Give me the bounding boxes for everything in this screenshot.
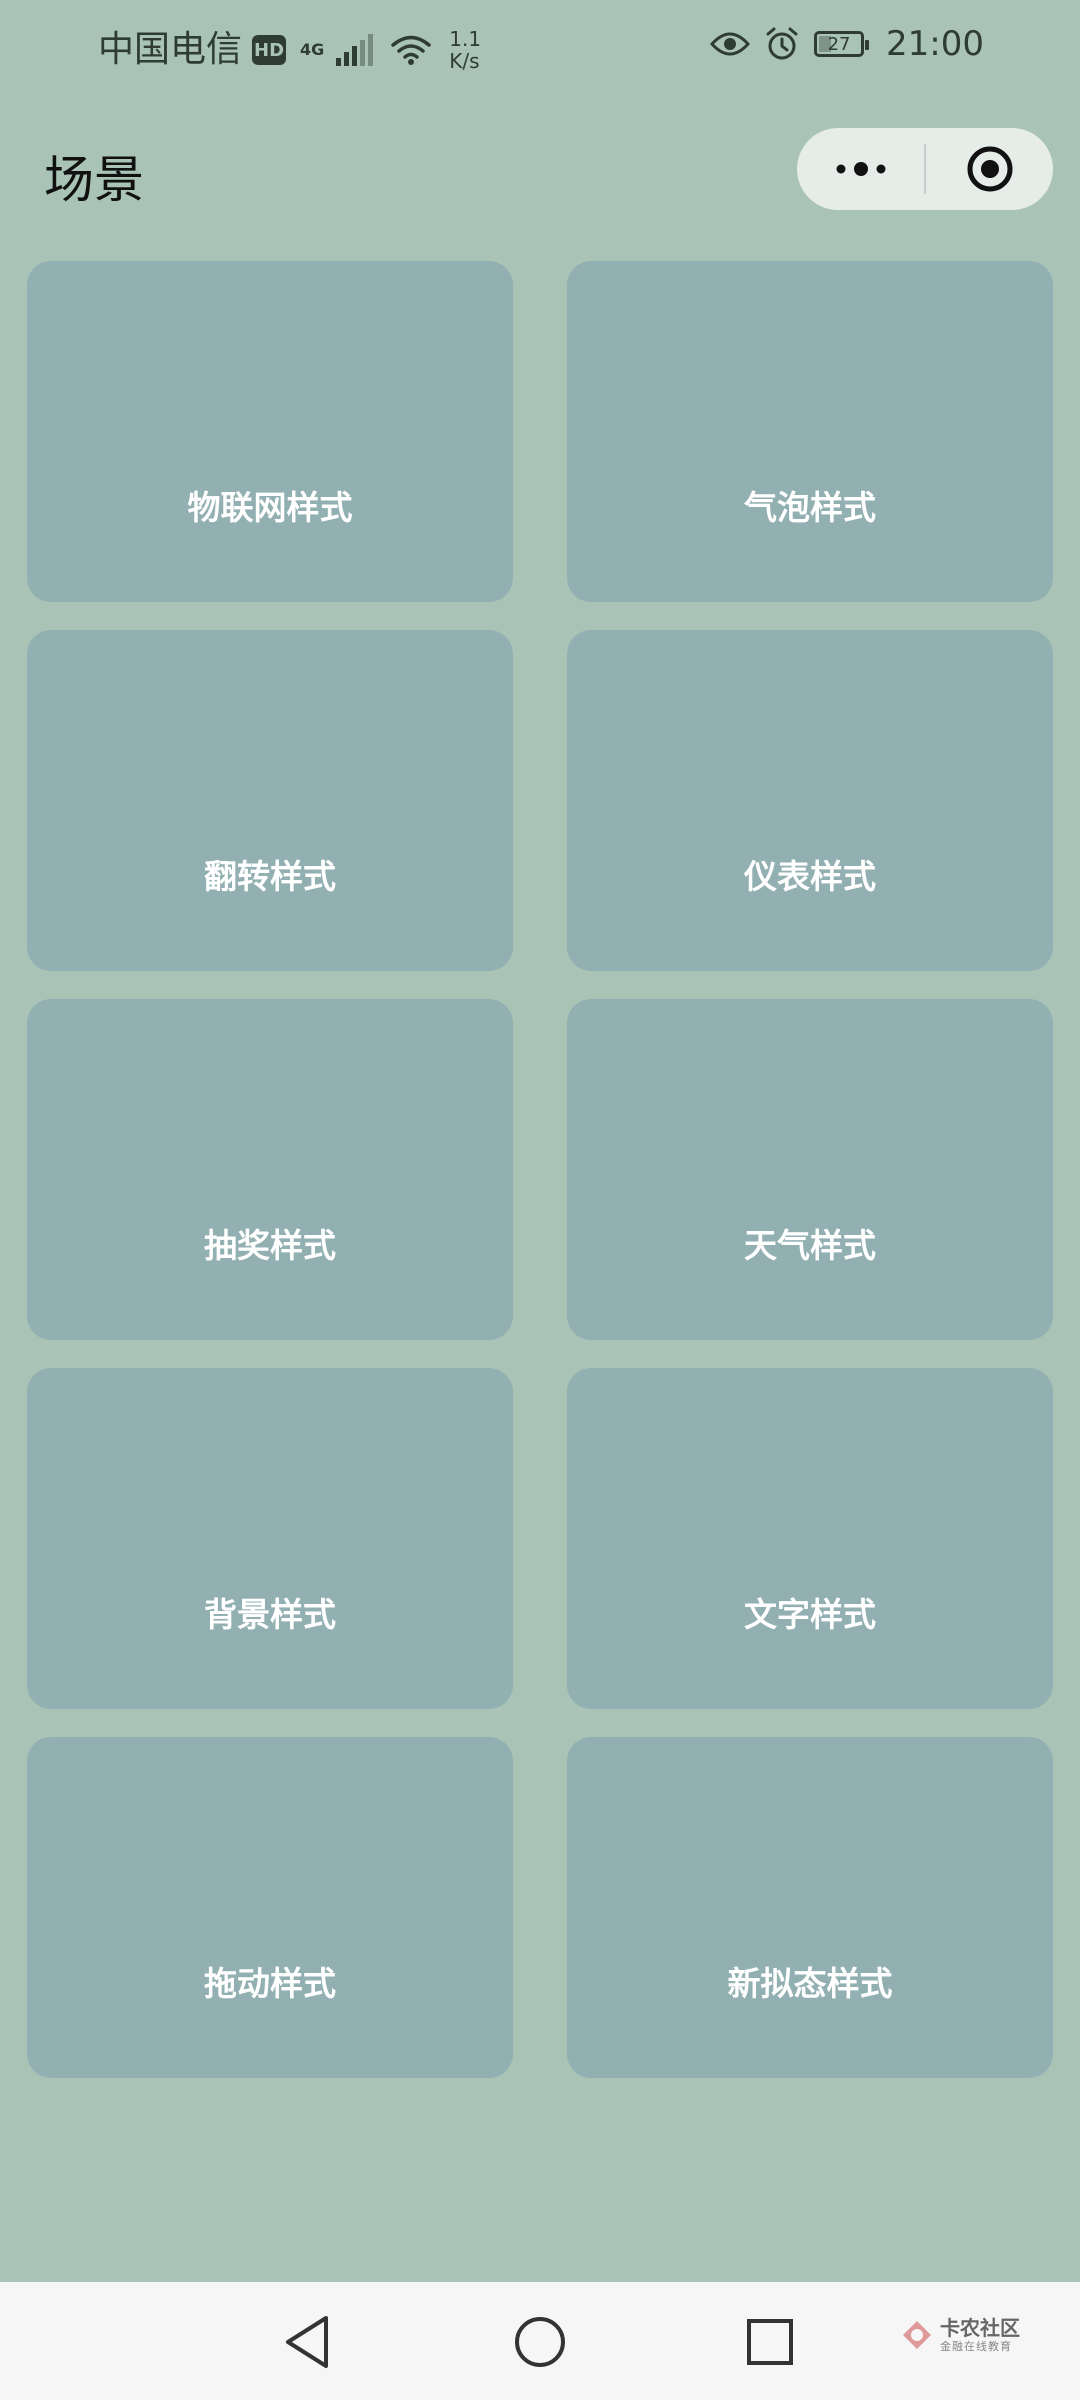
home-button[interactable] (508, 2310, 572, 2374)
status-bar: 中国电信 HD 4G 1.1 K/s 27 21:00 (0, 0, 1080, 108)
clock-time: 21:00 (886, 24, 984, 64)
card-drag-style[interactable]: 拖动样式 (27, 1737, 513, 2078)
card-label: 文字样式 (744, 1595, 876, 1634)
recents-square-icon (747, 2319, 793, 2365)
wifi-icon (391, 35, 432, 65)
system-navigation-bar: 卡农社区 金融在线教育 (0, 2282, 1080, 2400)
card-background-style[interactable]: 背景样式 (27, 1368, 513, 1709)
title-bar: 场景 (0, 120, 1080, 220)
card-label: 天气样式 (744, 1226, 876, 1265)
network-type: 4G (300, 40, 325, 59)
card-lottery-style[interactable]: 抽奖样式 (27, 999, 513, 1340)
page-title: 场景 (44, 151, 144, 209)
card-weather-style[interactable]: 天气样式 (567, 999, 1053, 1340)
back-button[interactable] (276, 2310, 340, 2374)
close-miniprogram-button[interactable] (926, 128, 1053, 210)
status-right: 27 21:00 (710, 26, 984, 62)
card-label: 新拟态样式 (727, 1964, 893, 2003)
card-label: 翻转样式 (204, 857, 336, 896)
scene-grid: 物联网样式 气泡样式 翻转样式 仪表样式 抽奖样式 天气样式 背景样式 文字样式… (27, 261, 1053, 2078)
more-dots-icon (836, 162, 885, 176)
card-text-style[interactable]: 文字样式 (567, 1368, 1053, 1709)
watermark-main: 卡农社区 (940, 2316, 1020, 2340)
card-label: 拖动样式 (204, 1964, 336, 2003)
carrier-name: 中国电信 (98, 29, 243, 70)
watermark: 卡农社区 金融在线教育 (900, 2318, 1020, 2352)
watermark-logo-icon (903, 2321, 931, 2349)
back-triangle-icon (286, 2316, 328, 2368)
target-close-icon (967, 146, 1012, 192)
watermark-sub: 金融在线教育 (940, 2340, 1012, 2353)
status-left: 中国电信 HD 4G 1.1 K/s (98, 28, 481, 72)
card-label: 气泡样式 (744, 488, 876, 527)
speed-unit: K/s (449, 49, 480, 73)
recents-button[interactable] (738, 2310, 802, 2374)
card-label: 背景样式 (204, 1595, 336, 1634)
alarm-icon (766, 27, 798, 60)
network-speed: 1.1 K/s (449, 28, 481, 72)
card-gauge-style[interactable]: 仪表样式 (567, 630, 1053, 971)
miniprogram-capsule (797, 128, 1053, 210)
signal-icon (336, 34, 374, 66)
home-circle-icon (515, 2317, 565, 2367)
card-iot-style[interactable]: 物联网样式 (27, 261, 513, 602)
card-label: 仪表样式 (744, 857, 876, 896)
speed-value: 1.1 (449, 27, 482, 51)
card-label: 抽奖样式 (204, 1226, 336, 1265)
watermark-text: 卡农社区 金融在线教育 (940, 2318, 1020, 2352)
battery-icon: 27 (814, 31, 870, 57)
card-neumorphism-style[interactable]: 新拟态样式 (567, 1737, 1053, 2078)
card-bubble-style[interactable]: 气泡样式 (567, 261, 1053, 602)
more-button[interactable] (797, 128, 924, 210)
card-label: 物联网样式 (187, 488, 353, 527)
hd-badge: HD (252, 35, 287, 65)
card-flip-style[interactable]: 翻转样式 (27, 630, 513, 971)
eye-icon (710, 32, 751, 56)
